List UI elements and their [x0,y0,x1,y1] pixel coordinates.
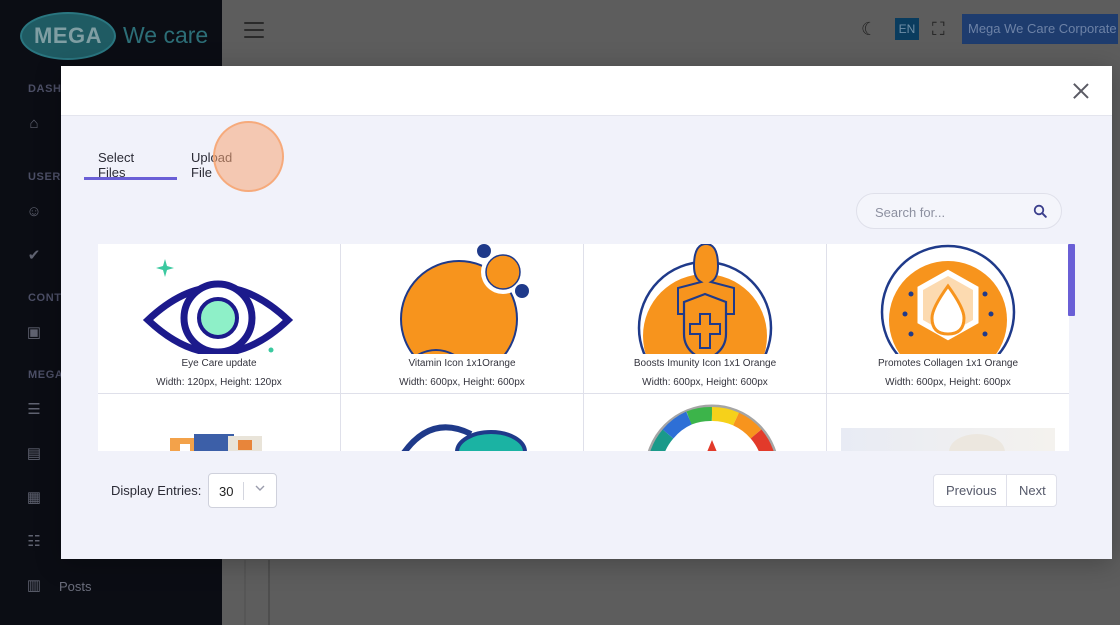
file-dimensions: Width: 120px, Height: 120px [156,377,282,388]
brand-logo: MEGA We care [20,12,210,60]
check-icon[interactable]: ✔ [25,247,43,265]
divider [244,560,246,625]
file-name: Promotes Collagen 1x1 Orange [877,358,1019,369]
eye-care-thumbnail [98,244,340,354]
file-card[interactable] [584,394,826,451]
previous-button[interactable]: Previous [934,475,1007,506]
store-icon[interactable]: ▦ [25,489,43,507]
posts-icon[interactable]: ▥ [25,577,43,595]
divider [243,482,244,500]
group-icon[interactable]: ☷ [25,533,43,551]
file-picker-modal: Select Files Upload File Search for... E… [61,66,1112,559]
logo-text: We care [123,22,209,48]
sidebar-item-posts[interactable]: Posts [59,579,92,594]
sidebar-section-dashboard: DASH [28,83,62,95]
logo-mark: MEGA [20,12,116,60]
file-dimensions: Width: 600px, Height: 600px [885,377,1011,388]
sidebar-section-mega: MEGA [28,369,64,381]
immunity-thumbnail [584,244,826,354]
chevron-down-icon [255,485,265,491]
file-name: Eye Care update [181,358,257,369]
collagen-thumbnail [827,244,1069,354]
search-icon[interactable] [1033,204,1047,218]
search-input[interactable] [875,202,1025,222]
user-icon[interactable]: ☺ [25,203,43,221]
close-icon[interactable] [1070,80,1092,102]
tab-upload-file[interactable]: Upload File [177,140,269,180]
file-card[interactable] [827,394,1069,451]
divider [268,560,270,625]
modal-tabs: Select Files Upload File [84,140,269,180]
media-icon[interactable]: ▣ [25,324,43,342]
pill-icon-thumbnail [341,394,583,451]
entries-select[interactable]: 30 [208,473,277,508]
file-dimensions: Width: 600px, Height: 600px [399,377,525,388]
entries-value: 30 [219,484,234,499]
display-entries-label: Display Entries: [111,483,202,498]
photo-thumbnail [827,394,1069,451]
file-card[interactable]: Eye Care update Width: 120px, Height: 12… [98,244,340,393]
sidebar-section-users: USER [28,171,61,183]
dark-mode-icon[interactable]: ☾ [861,19,881,39]
file-card[interactable] [98,394,340,451]
account-menu[interactable]: Mega We Care Corporate [962,14,1118,44]
fullscreen-icon[interactable]: ⛶ [932,19,952,39]
file-name: Vitamin Icon 1x1Orange [408,358,516,369]
grid-scrollbar[interactable] [1068,244,1075,316]
file-name: Boosts Imunity Icon 1x1 Orange [633,358,777,369]
file-grid: Eye Care update Width: 120px, Height: 12… [98,244,1075,451]
menu-toggle-icon[interactable] [244,22,264,43]
sidebar-section-content: CONT [28,292,62,304]
vitamin-thumbnail [341,244,583,354]
file-card[interactable] [341,394,583,451]
tab-select-files[interactable]: Select Files [84,140,177,180]
file-card[interactable]: Vitamin Icon 1x1Orange Width: 600px, Hei… [341,244,583,393]
file-dimensions: Width: 600px, Height: 600px [642,377,768,388]
pagination: Previous Next [933,474,1057,507]
search-box [856,193,1062,229]
product-boxes-thumbnail [98,394,340,451]
list-icon[interactable]: ☰ [25,401,43,419]
layout-icon[interactable]: ▤ [25,445,43,463]
next-button[interactable]: Next [1007,475,1056,506]
file-card[interactable]: Boosts Imunity Icon 1x1 Orange Width: 60… [584,244,826,393]
file-card[interactable]: Promotes Collagen 1x1 Orange Width: 600p… [827,244,1069,393]
modal-header [61,66,1112,116]
gauge-thumbnail [584,394,826,451]
language-button[interactable]: EN [895,18,919,40]
home-icon[interactable]: ⌂ [25,115,43,133]
